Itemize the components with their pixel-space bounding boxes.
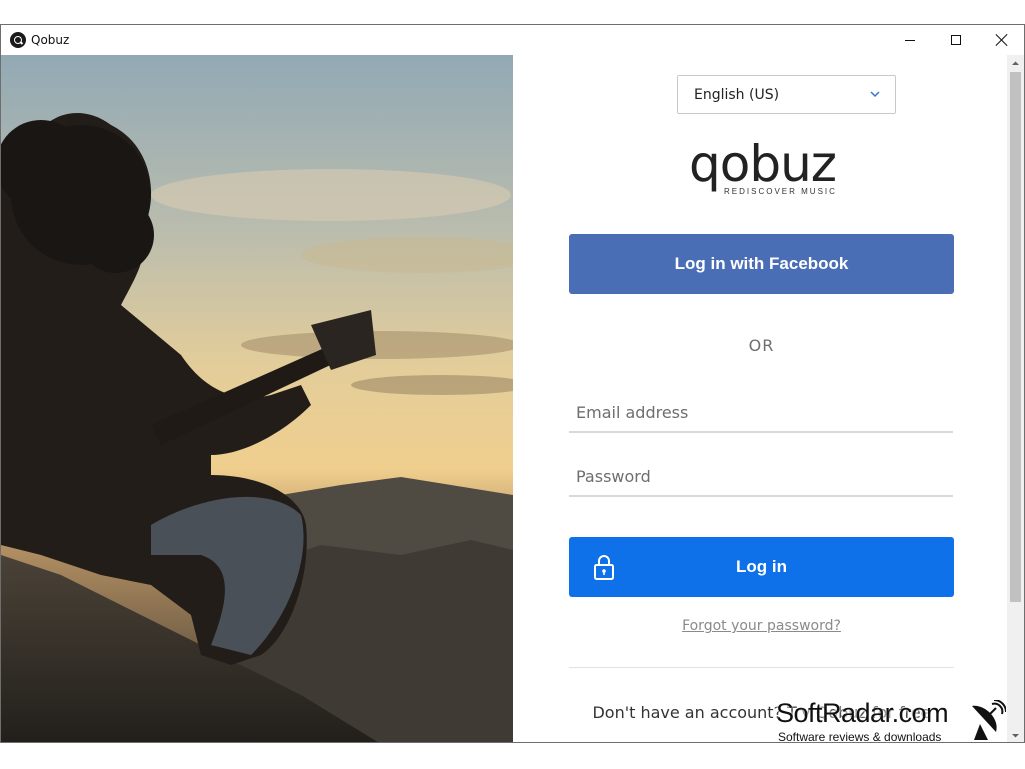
no-account-text: Don't have an account? — [592, 703, 783, 722]
close-icon — [996, 34, 1008, 46]
divider — [569, 667, 954, 668]
login-label: Log in — [736, 557, 787, 576]
minimize-icon — [905, 39, 915, 41]
close-button[interactable] — [979, 25, 1024, 55]
qobuz-logo: qobuz REDISCOVER MUSIC — [689, 135, 839, 201]
softradar-watermark: SoftRadar.com Software reviews & downloa… — [776, 698, 1016, 746]
window-title: Qobuz — [31, 33, 70, 47]
facebook-login-button[interactable]: Log in with Facebook — [569, 234, 954, 294]
maximize-button[interactable] — [933, 25, 979, 55]
lock-icon — [594, 555, 614, 580]
hero-photo — [1, 55, 513, 742]
scroll-up-icon[interactable] — [1007, 55, 1024, 72]
language-select[interactable]: English (US) — [677, 75, 896, 114]
logo-wordmark: qobuz — [689, 135, 837, 193]
satellite-dish-icon — [972, 700, 1006, 740]
watermark-subtitle: Software reviews & downloads — [778, 730, 942, 744]
maximize-icon — [951, 35, 961, 45]
facebook-login-label: Log in with Facebook — [674, 254, 849, 273]
login-button[interactable]: Log in — [569, 537, 954, 597]
login-panel: English (US) qobuz REDISCOVER MUSIC Log … — [513, 55, 1010, 742]
watermark-title: SoftRadar.com — [776, 698, 949, 728]
title-bar[interactable]: Qobuz — [1, 25, 1024, 55]
vertical-scrollbar[interactable] — [1007, 55, 1024, 742]
logo-tagline: REDISCOVER MUSIC — [724, 187, 837, 196]
minimize-button[interactable] — [887, 25, 933, 55]
or-separator: OR — [748, 336, 775, 355]
email-field[interactable] — [569, 393, 953, 433]
chevron-down-icon — [870, 91, 880, 98]
scroll-thumb[interactable] — [1010, 72, 1021, 602]
forgot-password-link[interactable]: Forgot your password? — [513, 618, 1010, 634]
email-input[interactable] — [569, 393, 953, 431]
screen: Qobuz English (US) qobuz REDISCOVER MUSI… — [0, 0, 1025, 769]
hero-photo-illustration — [1, 55, 513, 742]
language-select-value: English (US) — [694, 87, 780, 103]
app-window: Qobuz English (US) qobuz REDISCOVER MUSI… — [0, 24, 1025, 743]
qobuz-logo-icon — [10, 32, 26, 48]
password-field[interactable] — [569, 457, 953, 497]
password-input[interactable] — [569, 457, 953, 495]
